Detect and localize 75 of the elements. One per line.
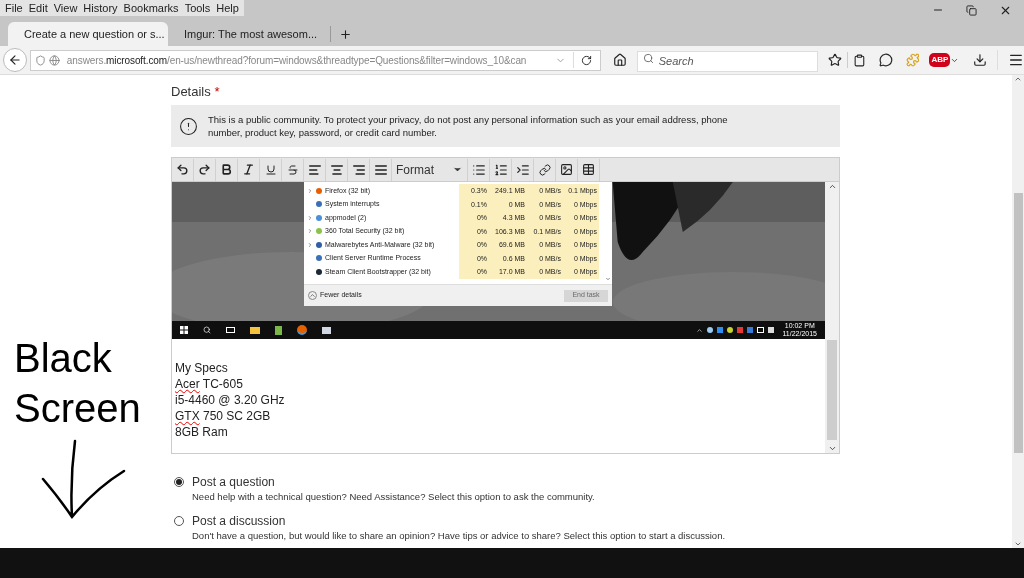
italic-icon <box>242 163 255 176</box>
notice-text: This is a public community. To protect your privacy, do not post any personal information such as your email address, phone number, product key, password, or credit card number. <box>208 113 728 139</box>
menu-item[interactable]: Help <box>213 0 242 16</box>
download-icon[interactable] <box>973 53 988 67</box>
numbered-list-icon <box>493 162 508 177</box>
scroll-up-icon[interactable] <box>1014 75 1022 83</box>
home-icon[interactable] <box>612 53 627 67</box>
menu-item[interactable]: History <box>80 0 121 16</box>
menu-item[interactable]: File <box>2 0 26 16</box>
window-icon[interactable] <box>322 326 331 334</box>
page-scrollbar[interactable] <box>1012 75 1024 548</box>
tab-title: Create a new question or s... <box>24 26 165 42</box>
shield-icon <box>34 54 46 66</box>
body-text-line: i5-4460 @ 3.20 GHz <box>175 392 286 408</box>
indent-icon <box>515 162 530 177</box>
menu-item[interactable]: Edit <box>25 0 51 16</box>
editor-scrollbar[interactable] <box>825 182 839 453</box>
redo-icon <box>198 163 211 176</box>
task-view-icon[interactable] <box>226 327 235 333</box>
format-dropdown[interactable]: Format <box>392 158 468 181</box>
body-text-line: Acer TC-605 <box>175 376 244 392</box>
bold-icon <box>220 163 233 176</box>
adblock-button[interactable]: ABP <box>929 53 951 67</box>
document-icon[interactable] <box>275 325 282 335</box>
option-label[interactable]: Post a discussion <box>192 513 726 529</box>
body-text-line: My Specs <box>175 360 229 376</box>
align-center-icon <box>329 162 344 177</box>
image-icon <box>560 163 573 176</box>
bullet-list-icon <box>471 162 486 177</box>
scroll-up-icon[interactable] <box>827 182 837 191</box>
search-field[interactable]: Search <box>636 50 818 72</box>
link-icon <box>538 163 551 176</box>
menu-icon[interactable] <box>1008 52 1024 68</box>
undo-icon <box>176 163 189 176</box>
option-description: Need help with a technical question? Need Assistance? Select this option to ask the community. <box>192 490 595 503</box>
address-field[interactable]: answers.microsoft.com/en-us/newthread?forum=windows&threadtype=Questions&filter=windows_10&can <box>29 49 601 71</box>
clipboard-icon[interactable] <box>852 53 866 67</box>
back-arrow-icon <box>7 53 22 67</box>
annotation-text: Screen <box>14 385 142 432</box>
browser-icon[interactable] <box>297 325 307 335</box>
body-text-line: GTX 750 SC 2GB <box>175 408 272 424</box>
align-right-icon <box>351 162 366 177</box>
menu-item[interactable]: Bookmarks <box>120 0 182 16</box>
browser-tab[interactable]: Create a new question or s... <box>8 22 168 46</box>
alert-icon <box>179 116 198 136</box>
tab-title: Imgur: The most awesom... <box>184 26 318 42</box>
start-icon[interactable] <box>180 326 188 334</box>
radio-button[interactable] <box>174 477 184 487</box>
back-button[interactable] <box>3 48 27 72</box>
url-text: answers.microsoft.com/en-us/newthread?forum=windows&threadtype=Questions&filter=windows_10&can <box>66 53 527 68</box>
restore-icon[interactable] <box>966 4 977 16</box>
folder-icon[interactable] <box>250 326 260 334</box>
body-text-line: 8GB Ram <box>175 424 229 440</box>
scroll-down-icon[interactable] <box>827 444 837 453</box>
align-left-icon <box>307 162 322 177</box>
justify-icon <box>373 162 388 177</box>
menu-item[interactable]: View <box>50 0 81 16</box>
new-tab-icon[interactable] <box>339 28 352 41</box>
underline-icon <box>264 163 277 176</box>
globe-icon <box>48 54 60 66</box>
option-description: Don't have a question, but would like to share an opinion? Have tips or advice to share? Select this option to start a discussion. <box>192 529 726 542</box>
chat-bubble-icon[interactable] <box>878 53 893 67</box>
browser-tab[interactable]: Imgur: The most awesom... <box>168 22 328 46</box>
tray-chevron-icon[interactable] <box>696 326 704 334</box>
reload-icon[interactable] <box>580 54 592 66</box>
details-label: Details * <box>171 84 220 99</box>
menu-item[interactable]: Tools <box>181 0 214 16</box>
strikethrough-icon <box>286 163 299 176</box>
collapse-icon[interactable] <box>308 291 317 300</box>
table-icon <box>582 163 595 176</box>
scroll-down-icon[interactable] <box>1014 540 1022 548</box>
option-label[interactable]: Post a question <box>192 474 595 490</box>
bookmark-star-icon[interactable] <box>827 53 842 67</box>
annotation-text: Black <box>14 335 113 382</box>
search-icon[interactable] <box>203 326 211 334</box>
